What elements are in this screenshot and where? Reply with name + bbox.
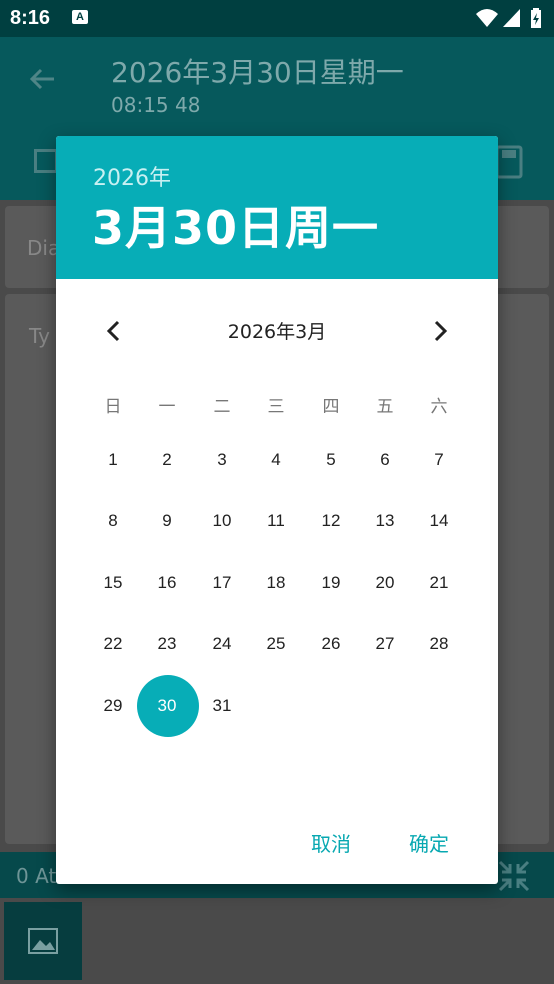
calendar-day[interactable]: 15	[93, 563, 133, 603]
weekday-header: 一	[158, 397, 176, 417]
calendar-day[interactable]: 4	[256, 440, 296, 480]
weekday-header: 六	[430, 397, 448, 417]
ok-button[interactable]: 确定	[409, 828, 449, 857]
calendar-day[interactable]: 24	[202, 624, 242, 664]
save-icon[interactable]	[495, 145, 523, 179]
entry-time-subtitle: 08:15 48	[111, 93, 201, 117]
calendar-day[interactable]: 7	[419, 440, 459, 480]
calendar-day[interactable]: 8	[93, 501, 133, 541]
calendar-day[interactable]: 14	[419, 501, 459, 541]
calendar-day[interactable]: 23	[147, 624, 187, 664]
calendar-day[interactable]: 31	[202, 686, 242, 726]
calendar-day[interactable]: 3	[202, 440, 242, 480]
weekday-header: 四	[322, 397, 340, 417]
calendar-day[interactable]: 17	[202, 563, 242, 603]
header-selected-date[interactable]: 3月30日周一	[92, 192, 379, 258]
header-year[interactable]: 2026年	[93, 160, 171, 192]
calendar-day[interactable]: 19	[311, 563, 351, 603]
calendar-day[interactable]: 25	[256, 624, 296, 664]
calendar-day[interactable]: 11	[256, 501, 296, 541]
calendar-day[interactable]: 12	[311, 501, 351, 541]
collapse-icon[interactable]	[496, 858, 532, 894]
calendar-day[interactable]: 29	[93, 686, 133, 726]
calendar-day[interactable]: 6	[365, 440, 405, 480]
calendar-day[interactable]: 26	[311, 624, 351, 664]
calendar-day[interactable]: 27	[365, 624, 405, 664]
calendar-day[interactable]: 16	[147, 563, 187, 603]
status-time: 8:16	[10, 7, 51, 29]
calendar-day[interactable]: 28	[419, 624, 459, 664]
attachments-count: 0 At	[16, 864, 57, 888]
weekday-header: 二	[213, 397, 231, 417]
weekday-header: 三	[267, 397, 285, 417]
calendar-day[interactable]: 10	[202, 501, 242, 541]
next-month-icon[interactable]	[428, 319, 452, 343]
calendar-day[interactable]: 20	[365, 563, 405, 603]
calendar-day[interactable]: 5	[311, 440, 351, 480]
date-picker-dialog: 2026年 3月30日周一 2026年3月 日一二三四五六 1234567891…	[56, 136, 498, 884]
battery-charging-icon	[531, 8, 541, 28]
calendar-day[interactable]: 9	[147, 501, 187, 541]
calendar-day[interactable]: 13	[365, 501, 405, 541]
calendar-day[interactable]: 18	[256, 563, 296, 603]
cancel-button[interactable]: 取消	[311, 828, 351, 857]
checkbox-icon[interactable]	[34, 149, 58, 173]
dialog-header: 2026年 3月30日周一	[56, 136, 498, 279]
calendar-day[interactable]: 21	[419, 563, 459, 603]
weekday-header: 日	[104, 397, 122, 417]
add-image-button[interactable]	[4, 902, 82, 980]
status-bar: 8:16 A	[0, 0, 554, 37]
wifi-icon	[476, 9, 498, 27]
body-field-label: Ty	[29, 324, 50, 348]
keyboard-ime-icon: A	[72, 10, 88, 24]
calendar-day-selected[interactable]: 30	[147, 686, 187, 726]
image-icon	[28, 928, 58, 954]
signal-icon	[503, 9, 520, 27]
weekday-header: 五	[376, 397, 394, 417]
calendar-day[interactable]: 2	[147, 440, 187, 480]
calendar-day[interactable]: 22	[93, 624, 133, 664]
back-arrow-icon[interactable]	[28, 65, 56, 93]
calendar-day[interactable]: 1	[93, 440, 133, 480]
attachment-thumbnails	[0, 898, 554, 984]
entry-date-title: 2026年3月30日星期一	[111, 56, 404, 89]
